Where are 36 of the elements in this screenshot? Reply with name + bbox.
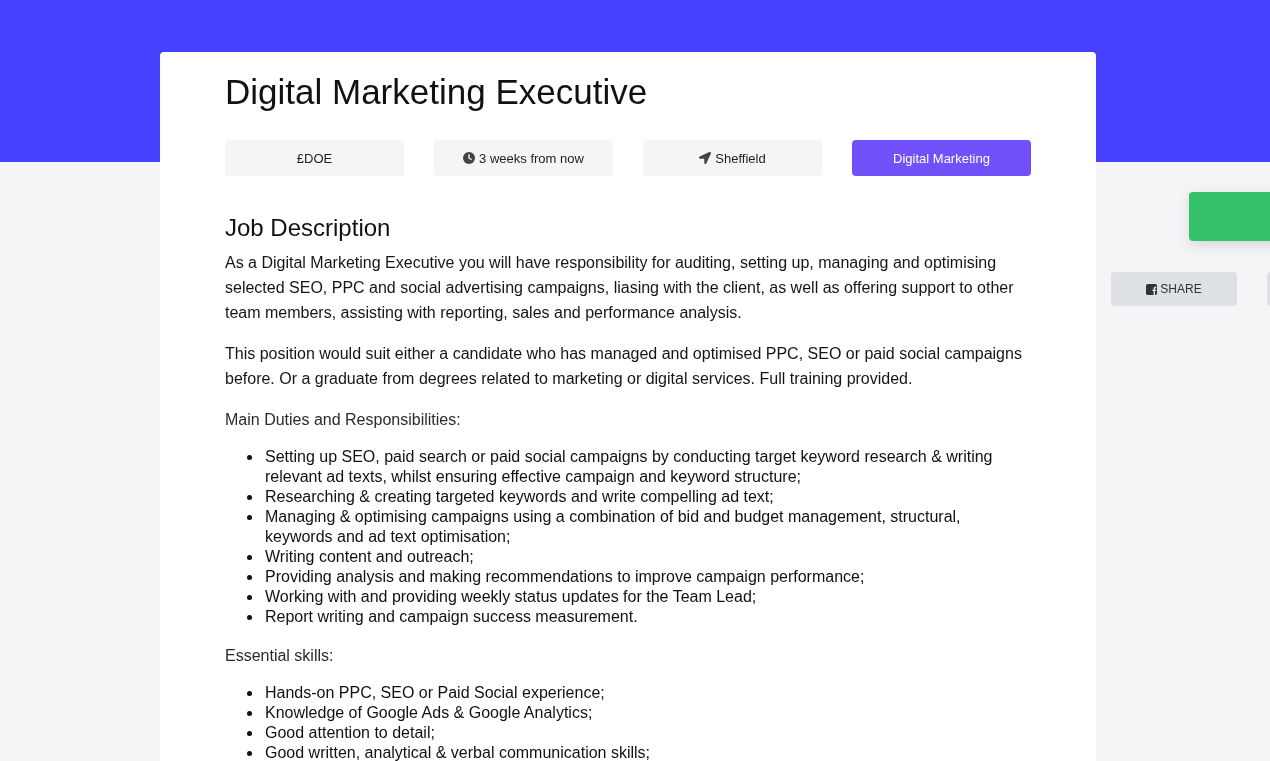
facebook-icon (1146, 283, 1158, 295)
bullet-icon (247, 495, 252, 500)
bullet-icon (247, 615, 252, 620)
location-arrow-icon (699, 152, 712, 164)
list-item: Working with and providing weekly status updates for the Team Lead; (265, 587, 758, 607)
bullet-icon (247, 751, 252, 756)
list-item: Knowledge of Google Ads & Google Analytics; (265, 703, 594, 723)
job-title: Digital Marketing Executive (225, 71, 648, 113)
deadline-chip: 3 weeks from now (434, 140, 613, 176)
list-item: Hands-on PPC, SEO or Paid Social experience; (265, 683, 606, 703)
list-item: Good attention to detail; (265, 723, 436, 743)
bullet-icon (247, 555, 252, 560)
bullet-icon (247, 711, 252, 716)
list-item: Writing content and outreach; (265, 547, 475, 567)
list-heading: Main Duties and Responsibilities: (225, 410, 461, 430)
location-chip: Sheffield (643, 140, 822, 176)
list-item: Providing analysis and making recommendations to improve campaign performance; (265, 567, 866, 587)
list-heading: Essential skills: (225, 646, 334, 666)
bullet-icon (247, 691, 252, 696)
bullet-icon (247, 595, 252, 600)
list-item: Researching & creating targeted keywords and write compelling ad text; (265, 487, 775, 507)
bullet-icon (247, 455, 252, 460)
bullet-icon (247, 515, 252, 520)
share-button[interactable]: SHARE (1111, 272, 1237, 306)
description-paragraph: This position would suit either a candidate who has managed and optimised PPC, SEO or paid social campaigns before. Or a graduate from degrees related to marketing or digital services. Full training provided. (225, 344, 1023, 389)
category-chip[interactable]: Digital Marketing (852, 140, 1031, 176)
description-paragraph: As a Digital Marketing Executive you will have responsibility for auditing, setting up, managing and optimising selected SEO, PPC and social advertising campaigns, liasing with the client, as well as offering support to other team members, assisting with reporting, sales and performance analysis. (225, 253, 1015, 323)
list-item: Report writing and campaign success measurement. (265, 607, 639, 627)
salary-chip: £DOE (225, 140, 404, 176)
list-item: Setting up SEO, paid search or paid social campaigns by conducting target keyword research & writing relevant ad texts, whilst ensuring effective campaign and keyword structure; (265, 447, 994, 487)
bullet-icon (247, 575, 252, 580)
clock-icon (463, 152, 476, 164)
bullet-icon (247, 731, 252, 736)
list-item: Managing & optimising campaigns using a combination of bid and budget management, structural, keywords and ad text optimisation; (265, 507, 962, 547)
section-heading: Job Description (225, 213, 391, 243)
list-item: Good written, analytical & verbal communication skills; (265, 743, 652, 761)
